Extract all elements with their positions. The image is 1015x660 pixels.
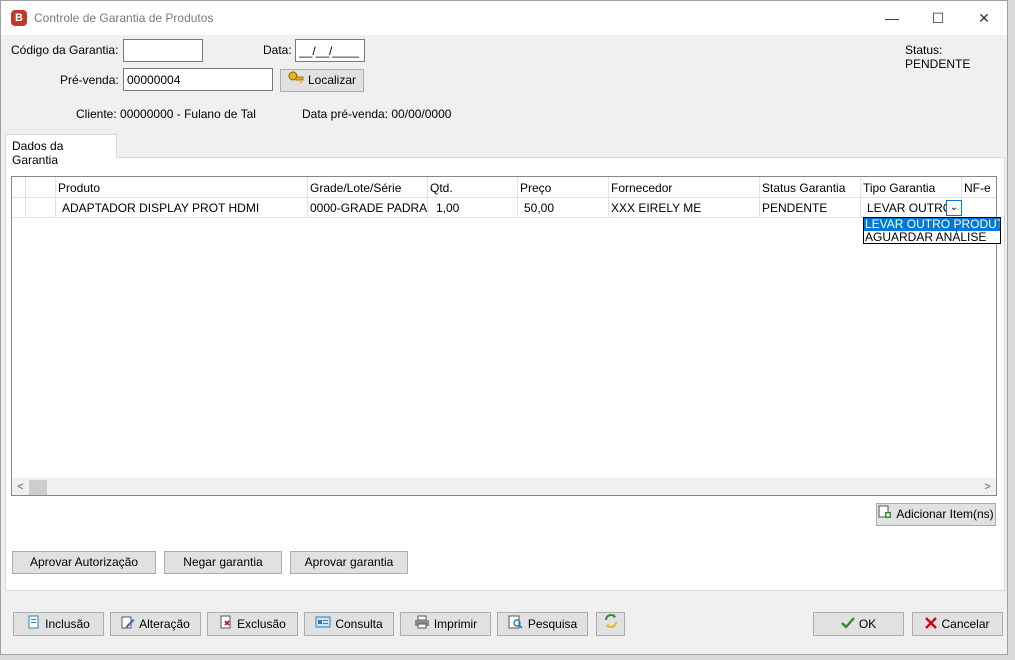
exclusao-button[interactable]: Exclusão xyxy=(207,612,298,636)
maximize-button[interactable]: ☐ xyxy=(915,1,961,35)
localizar-button[interactable]: Localizar xyxy=(280,69,364,92)
cell-status[interactable]: PENDENTE xyxy=(760,198,861,218)
cell-qtd[interactable]: 1,00 xyxy=(428,198,518,218)
chevron-down-icon[interactable]: ⌄ xyxy=(946,200,962,216)
close-x-icon xyxy=(925,614,938,636)
delete-document-icon xyxy=(219,614,233,636)
data-prevenda-text: Data pré-venda: 00/00/0000 xyxy=(302,107,452,121)
key-search-icon xyxy=(288,71,304,91)
window-title: Controle de Garantia de Produtos xyxy=(34,11,214,25)
table-row[interactable]: ADAPTADOR DISPLAY PROT HDMI 0000-GRADE P… xyxy=(12,198,996,218)
adicionar-itens-button[interactable]: Adicionar Item(ns) xyxy=(876,503,996,526)
grid-header-preco[interactable]: Preço xyxy=(518,177,609,198)
horizontal-scrollbar[interactable]: < > xyxy=(12,478,996,495)
pesquisa-label: Pesquisa xyxy=(527,617,578,631)
add-document-icon xyxy=(878,505,892,525)
edit-pencil-icon xyxy=(121,614,135,636)
adicionar-itens-label: Adicionar Item(ns) xyxy=(896,507,994,521)
scroll-right-icon[interactable]: > xyxy=(979,479,996,495)
dropdown-option-levar[interactable]: LEVAR OUTRO PRODUTO xyxy=(864,218,1000,231)
grid-header-cell xyxy=(12,177,26,198)
title-bar: B Controle de Garantia de Produtos — ☐ ✕ xyxy=(1,1,1007,35)
grid-header: Produto Grade/Lote/Série Qtd. Preço Forn… xyxy=(12,177,996,198)
prevenda-input[interactable] xyxy=(123,68,273,91)
main-window: B Controle de Garantia de Produtos — ☐ ✕… xyxy=(0,0,1008,655)
items-grid: Produto Grade/Lote/Série Qtd. Preço Forn… xyxy=(11,176,997,496)
grid-header-produto[interactable]: Produto xyxy=(56,177,308,198)
cell-nfe[interactable] xyxy=(962,198,996,218)
consulta-button[interactable]: Consulta xyxy=(304,612,394,636)
row-indicator xyxy=(12,198,26,218)
data-label: Data: xyxy=(263,43,292,57)
tipo-garantia-dropdown[interactable]: LEVAR OUTRO PRODUTO AGUARDAR ANÁLISE xyxy=(863,217,1001,244)
grid-header-fornecedor[interactable]: Fornecedor xyxy=(609,177,760,198)
consulta-label: Consulta xyxy=(335,617,383,631)
data-input[interactable] xyxy=(295,39,365,62)
pesquisa-button[interactable]: Pesquisa xyxy=(497,612,588,636)
refresh-arrows-icon xyxy=(603,613,619,636)
dropdown-option-aguardar[interactable]: AGUARDAR ANÁLISE xyxy=(864,231,1000,244)
tab-dados-garantia[interactable]: Dados da Garantia xyxy=(5,134,117,167)
status-text: Status: PENDENTE xyxy=(905,43,971,71)
minimize-button[interactable]: — xyxy=(869,1,915,35)
imprimir-label: Imprimir xyxy=(433,617,478,631)
cancelar-label: Cancelar xyxy=(941,617,990,631)
cell-fornecedor[interactable]: XXX EIRELY ME xyxy=(609,198,760,218)
card-view-icon xyxy=(315,614,331,636)
grid-header-status[interactable]: Status Garantia xyxy=(760,177,861,198)
codigo-garantia-label: Código da Garantia: xyxy=(11,43,119,57)
refresh-button[interactable] xyxy=(596,612,625,636)
ok-label: OK xyxy=(858,617,877,631)
app-logo-icon: B xyxy=(11,10,27,26)
cancelar-button[interactable]: Cancelar xyxy=(912,612,1003,636)
inclusao-button[interactable]: Inclusão xyxy=(13,612,104,636)
cell-grade[interactable]: 0000-GRADE PADRAO xyxy=(308,198,428,218)
alteracao-button[interactable]: Alteração xyxy=(110,612,201,636)
grid-header-tipo[interactable]: Tipo Garantia xyxy=(861,177,962,198)
inclusao-label: Inclusão xyxy=(45,617,90,631)
printer-icon xyxy=(414,614,430,636)
grid-header-qtd[interactable]: Qtd. xyxy=(428,177,518,198)
scroll-thumb[interactable] xyxy=(29,480,47,495)
codigo-garantia-input[interactable] xyxy=(123,39,203,62)
row-cell xyxy=(26,198,56,218)
aprovar-autorizacao-button[interactable]: Aprovar Autorização xyxy=(12,551,156,574)
new-document-icon xyxy=(27,614,41,636)
alteracao-label: Alteração xyxy=(139,617,190,631)
grid-header-grade[interactable]: Grade/Lote/Série xyxy=(308,177,428,198)
prevenda-label: Pré-venda: xyxy=(60,73,119,87)
aprovar-garantia-button[interactable]: Aprovar garantia xyxy=(290,551,408,574)
search-list-icon xyxy=(508,614,524,636)
close-button[interactable]: ✕ xyxy=(961,1,1007,35)
grid-header-cell xyxy=(26,177,56,198)
checkmark-icon xyxy=(840,614,855,636)
exclusao-label: Exclusão xyxy=(237,617,286,631)
imprimir-button[interactable]: Imprimir xyxy=(400,612,491,636)
cell-preco[interactable]: 50,00 xyxy=(518,198,609,218)
cell-produto[interactable]: ADAPTADOR DISPLAY PROT HDMI xyxy=(56,198,308,218)
grid-header-nfe[interactable]: NF-e xyxy=(962,177,996,198)
cliente-text: Cliente: 00000000 - Fulano de Tal xyxy=(76,107,256,121)
scroll-left-icon[interactable]: < xyxy=(12,479,29,495)
ok-button[interactable]: OK xyxy=(813,612,904,636)
localizar-label: Localizar xyxy=(307,73,357,87)
negar-garantia-button[interactable]: Negar garantia xyxy=(164,551,282,574)
